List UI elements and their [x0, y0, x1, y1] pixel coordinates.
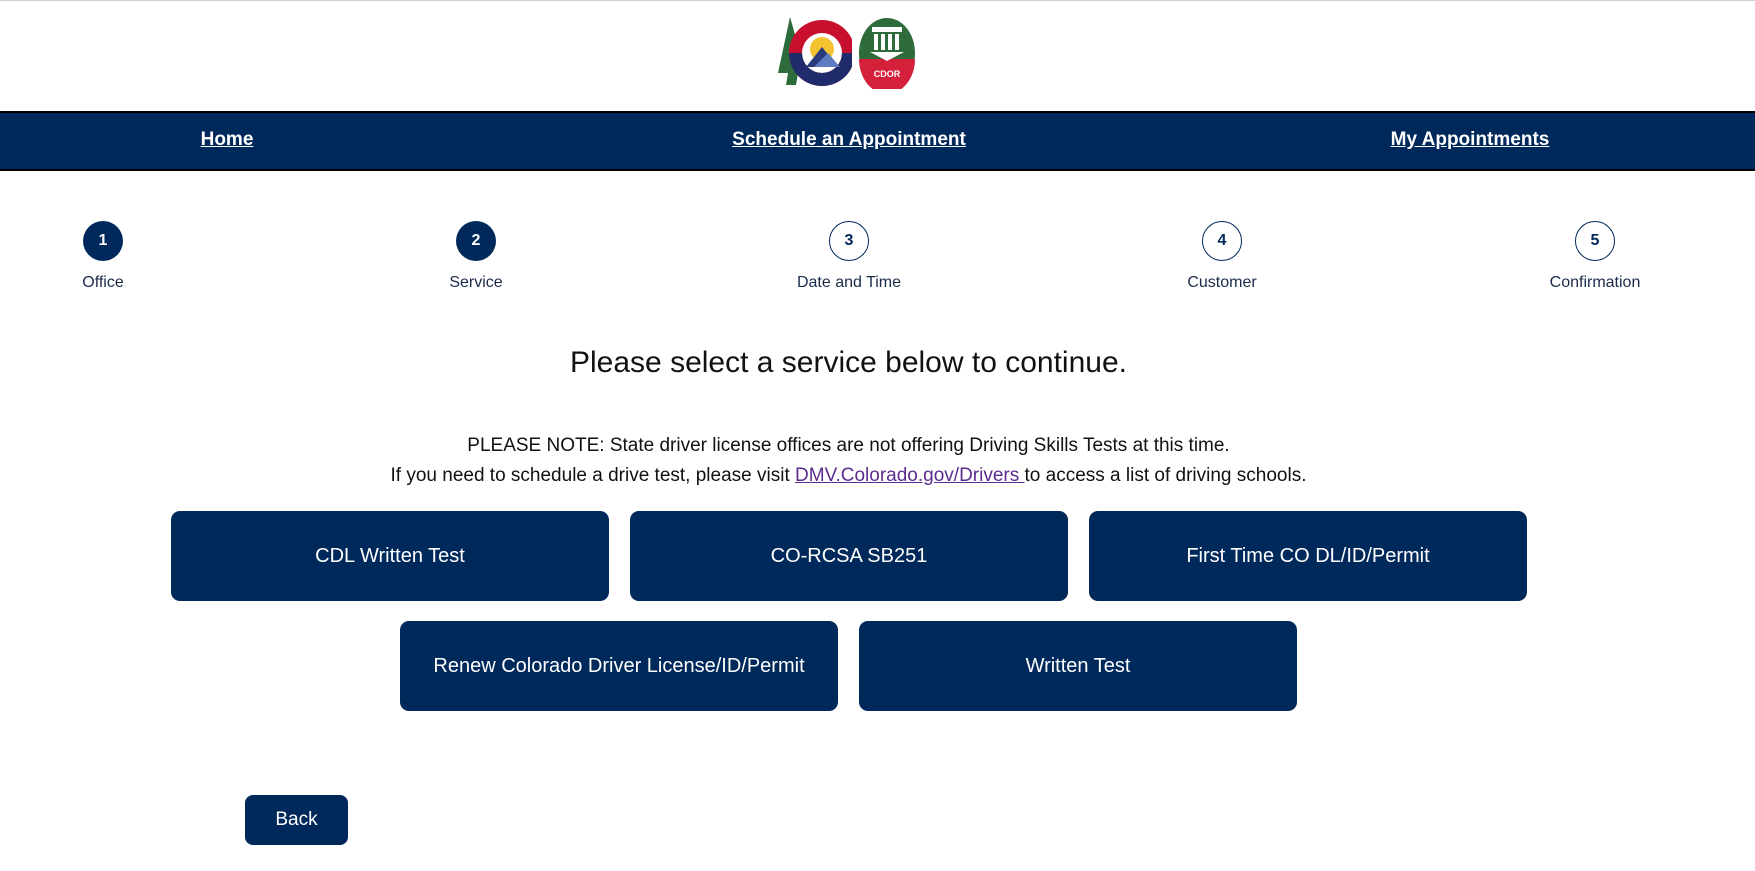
nav-schedule-link[interactable]: Schedule an Appointment	[732, 129, 966, 151]
back-button[interactable]: Back	[245, 795, 348, 845]
cdor-logo-text: CDOR	[874, 69, 901, 79]
service-button-cdl-written-test[interactable]: CDL Written Test	[171, 511, 609, 601]
step-label: Office	[82, 274, 124, 291]
notice-text-post: to access a list of driving schools.	[1024, 465, 1307, 486]
step-office: 1 Office	[3, 221, 203, 292]
step-confirmation: 5 Confirmation	[1495, 221, 1695, 292]
service-button-first-time-dl[interactable]: First Time CO DL/ID/Permit	[1089, 511, 1527, 601]
service-button-co-rcsa-sb251[interactable]: CO-RCSA SB251	[630, 511, 1068, 601]
step-date-and-time: 3 Date and Time	[749, 221, 949, 292]
nav-home-link[interactable]: Home	[201, 129, 254, 151]
step-number: 4	[1202, 221, 1242, 261]
notice-text-pre: If you need to schedule a drive test, pl…	[390, 465, 796, 486]
cdor-seal-icon: CDOR	[859, 18, 915, 89]
step-number: 5	[1575, 221, 1615, 261]
step-label: Customer	[1187, 274, 1257, 291]
step-label: Date and Time	[796, 274, 902, 291]
step-number: 2	[456, 221, 496, 261]
page-heading: Please select a service below to continu…	[570, 346, 1127, 379]
drivers-link[interactable]: DMV.Colorado.gov/Drivers	[795, 465, 1025, 486]
step-number: 1	[83, 221, 123, 261]
step-customer: 4 Customer	[1122, 221, 1322, 292]
step-service: 2 Service	[376, 221, 576, 292]
logos: CDOR	[776, 17, 916, 89]
service-button-written-test[interactable]: Written Test	[859, 621, 1297, 711]
step-label: Service	[449, 274, 503, 291]
notice-line-1: PLEASE NOTE: State driver license office…	[467, 435, 1230, 456]
main-nav: Home Schedule an Appointment My Appointm…	[0, 111, 1755, 171]
logo-bar: CDOR	[0, 1, 1755, 111]
step-number: 3	[829, 221, 869, 261]
nav-my-appointments-link[interactable]: My Appointments	[1391, 129, 1550, 151]
colorado-c-logo-icon	[778, 17, 852, 86]
step-label: Confirmation	[1549, 274, 1641, 291]
service-button-renew-license[interactable]: Renew Colorado Driver License/ID/Permit	[400, 621, 838, 711]
notice-line-2: If you need to schedule a drive test, pl…	[0, 465, 1697, 487]
